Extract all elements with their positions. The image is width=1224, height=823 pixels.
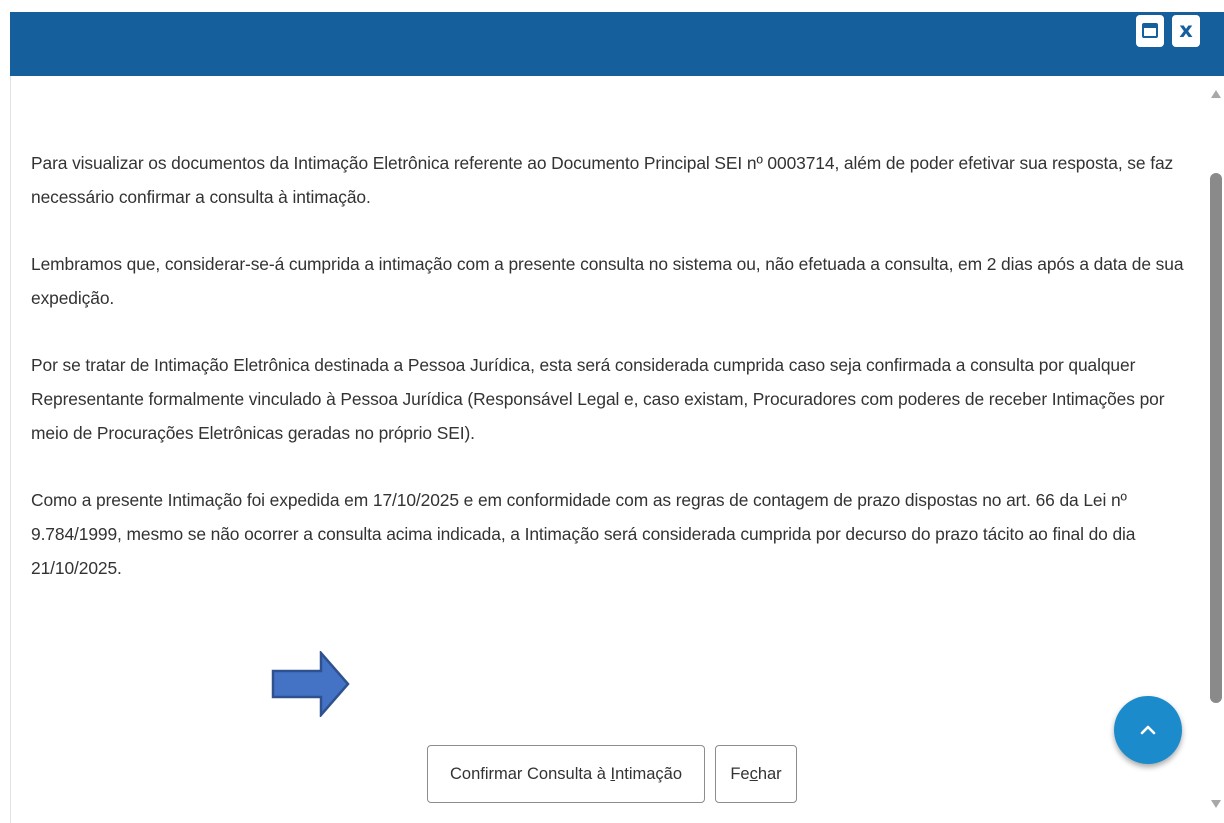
close-label-pre: Fe — [730, 765, 750, 783]
confirm-label-post: ntimação — [615, 765, 683, 783]
scroll-down-arrow[interactable] — [1211, 800, 1221, 808]
confirm-label-pre: Confirmar Consulta à — [449, 765, 611, 783]
confirm-consulta-button[interactable]: Confirmar Consulta à Intimação — [427, 745, 705, 803]
dialog-body: Para visualizar os documentos da Intimaç… — [31, 146, 1191, 618]
scrollbar-thumb[interactable] — [1210, 173, 1222, 703]
close-label-post: har — [757, 765, 782, 783]
dialog-titlebar — [10, 12, 1224, 76]
maximize-square — [1142, 23, 1158, 38]
chevron-up-icon — [1140, 725, 1156, 735]
paragraph-pessoa-juridica: Por se tratar de Intimação Eletrônica de… — [31, 355, 1165, 443]
paragraph-lembramos: Lembramos que, considerar-se-á cumprida … — [31, 254, 1184, 308]
paragraph-visualizar: Para visualizar os documentos da Intimaç… — [31, 153, 1174, 207]
scroll-up-arrow[interactable] — [1211, 90, 1221, 98]
close-icon[interactable]: x — [1172, 15, 1200, 47]
paragraph-prazo: Como a presente Intimação foi expedida e… — [31, 490, 1136, 578]
window-maximize-icon[interactable] — [1136, 15, 1164, 47]
close-glyph: x — [1179, 18, 1193, 42]
top-spacer — [0, 0, 1224, 12]
close-accesskey: c — [749, 765, 758, 783]
right-arrow-icon — [271, 649, 351, 722]
dialog-border — [10, 76, 11, 823]
intimacao-dialog: x Para visualizar os documentos da Intim… — [0, 0, 1224, 823]
fechar-button[interactable]: Fechar — [715, 745, 797, 803]
scroll-top-button[interactable] — [1114, 696, 1182, 764]
